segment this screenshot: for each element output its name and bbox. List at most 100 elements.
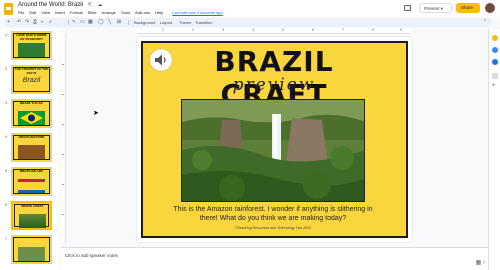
abc-image xyxy=(18,179,45,193)
menu-slide[interactable]: Slide xyxy=(88,10,97,15)
script-word-image: Brazil xyxy=(22,77,41,84)
slides-logo-icon[interactable] xyxy=(4,3,13,15)
toolbar: + ↶ ↷ ⎙ ⌐ ⌕ ↖ ▭ ▦ ◯ ╲ ⊞ Background Layou… xyxy=(4,18,492,27)
image-icon[interactable]: ▦ xyxy=(88,19,93,26)
toolbar-divider xyxy=(128,20,129,25)
filmstrip-slide-5[interactable]: 5 BRAZILIAN ABC xyxy=(0,167,60,199)
audio-button[interactable] xyxy=(150,49,172,71)
toolbar-divider xyxy=(68,20,69,25)
horizontal-ruler[interactable]: 1 2 3 4 5 6 7 8 9 xyxy=(136,28,411,34)
speaker-icon xyxy=(155,54,166,66)
document-title[interactable]: Around the World: Brazil xyxy=(18,2,83,8)
ruler-mark: 9 xyxy=(400,28,402,32)
line-icon[interactable]: ╲ xyxy=(108,19,111,26)
slide-thumbnail[interactable] xyxy=(11,235,52,264)
menu-insert[interactable]: Insert xyxy=(55,10,65,15)
vertical-ruler[interactable] xyxy=(61,34,66,244)
menu-format[interactable]: Format xyxy=(70,10,83,15)
slide-number: 6 xyxy=(5,202,8,207)
textbox-icon[interactable]: ▭ xyxy=(80,19,85,26)
slide-thumbnail[interactable]: BRAZIL CRAFT xyxy=(11,201,52,230)
slide-body-text[interactable]: This is the Amazon rainforest. I wonder … xyxy=(173,205,373,223)
filmstrip-slide-7[interactable]: 7 xyxy=(0,235,60,267)
ruler-mark: 6 xyxy=(312,28,314,32)
star-move-cloud-icons[interactable]: ☆ ⇱ ☁ xyxy=(78,2,104,8)
side-panel: + xyxy=(488,29,500,270)
menu-view[interactable]: View xyxy=(41,10,50,15)
slide-number: 1 xyxy=(5,32,8,37)
menu-file[interactable]: File xyxy=(18,10,24,15)
speaker-notes-panel[interactable]: Click to add speaker notes ▦ ‹ xyxy=(61,247,488,270)
current-slide[interactable]: BRAZIL CRAFT preview This is the Amazon … xyxy=(137,37,412,242)
slide-thumbnail[interactable]: BRAZILIAN ABC xyxy=(11,167,52,196)
share-label: Share xyxy=(461,5,474,10)
ruler-mark: 7 xyxy=(342,28,344,32)
thumbnail-title: BRAZILIAN ABC xyxy=(19,169,44,173)
brazil-flag-image xyxy=(18,111,45,125)
grid-view-icon[interactable]: ▦ ‹ xyxy=(476,259,485,266)
ruler-tick xyxy=(62,154,64,155)
ruler-tick xyxy=(62,214,64,215)
filmstrip-slide-1[interactable]: 1 LOOK WHO'S INSIDE MY PASSPORT! xyxy=(0,31,60,63)
comments-icon[interactable] xyxy=(404,5,411,11)
slide-thumb-image xyxy=(18,247,45,261)
slide-filmstrip[interactable]: 1 LOOK WHO'S INSIDE MY PASSPORT! 2 THE C… xyxy=(0,29,60,270)
contacts-icon[interactable] xyxy=(492,59,498,65)
collapse-toolbar-icon[interactable]: ⌃ xyxy=(483,19,487,26)
select-icon[interactable]: ↖ xyxy=(72,19,76,26)
zoom-icon[interactable]: ⌕ xyxy=(49,19,52,26)
new-slide-icon[interactable]: + xyxy=(7,19,10,26)
slide-number: 4 xyxy=(5,134,8,139)
redo-icon[interactable]: ↷ xyxy=(25,19,29,26)
ruler-mark: 4 xyxy=(252,28,254,32)
slide-thumbnail[interactable]: BRAZIL'S FLAG xyxy=(11,99,52,128)
keep-icon[interactable] xyxy=(492,35,498,41)
paint-format-icon[interactable]: ⌐ xyxy=(41,19,44,26)
slide-thumbnail[interactable]: THE COUNTRY OF THE DAY IS Brazil xyxy=(11,65,52,94)
slide-subtitle[interactable]: preview xyxy=(179,75,369,95)
theme-button[interactable]: Theme xyxy=(179,20,191,25)
avatar[interactable] xyxy=(485,3,495,13)
last-edit-link[interactable]: Last edit was 4 seconds ago xyxy=(172,10,222,15)
filmstrip-slide-4[interactable]: 4 BRAZILIAN FOOD xyxy=(0,133,60,165)
slide-thumbnail[interactable]: BRAZILIAN FOOD xyxy=(11,133,52,162)
rainforest-waterfall-image[interactable] xyxy=(181,99,365,202)
mouse-cursor-icon: ➤ xyxy=(93,110,99,117)
ruler-tick xyxy=(62,184,64,185)
menu-tools[interactable]: Tools xyxy=(121,10,130,15)
transition-button[interactable]: Transition xyxy=(195,20,212,25)
ruler-mark: 5 xyxy=(282,28,284,32)
filmstrip-slide-3[interactable]: 3 BRAZIL'S FLAG xyxy=(0,99,60,131)
share-button[interactable]: Share xyxy=(456,3,480,13)
undo-icon[interactable]: ↶ xyxy=(17,19,21,26)
menu-addons[interactable]: Add-ons xyxy=(135,10,150,15)
print-icon[interactable]: ⎙ xyxy=(33,19,37,26)
menu-bar: File Edit View Insert Format Slide Arran… xyxy=(18,10,223,15)
tasks-icon[interactable] xyxy=(492,47,498,53)
filmstrip-slide-6[interactable]: 6 BRAZIL CRAFT xyxy=(0,201,60,233)
shape-icon[interactable]: ◯ xyxy=(98,19,104,26)
background-button[interactable]: Background xyxy=(134,20,155,25)
present-button[interactable]: Present ▾ xyxy=(419,3,452,13)
passport-image xyxy=(18,43,45,57)
thumbnail-title: BRAZIL'S FLAG xyxy=(20,101,43,105)
ruler-tick xyxy=(62,94,64,95)
speaker-notes-placeholder[interactable]: Click to add speaker notes xyxy=(65,253,118,258)
menu-arrange[interactable]: Arrange xyxy=(102,10,116,15)
thumbnail-title: LOOK WHO'S INSIDE MY PASSPORT! xyxy=(16,33,47,41)
filmstrip-slide-2[interactable]: 2 THE COUNTRY OF THE DAY IS Brazil xyxy=(0,65,60,97)
menu-help[interactable]: Help xyxy=(155,10,163,15)
food-image xyxy=(18,145,45,159)
menu-edit[interactable]: Edit xyxy=(29,10,36,15)
slide-background-frame: BRAZIL CRAFT preview This is the Amazon … xyxy=(141,41,408,238)
slide-number: 2 xyxy=(5,66,8,71)
slide-thumbnail[interactable]: LOOK WHO'S INSIDE MY PASSPORT! xyxy=(11,31,52,60)
rainforest-thumb-image xyxy=(19,214,46,228)
slide-credit-text: ©Teaching Resources and Technology Tips … xyxy=(235,226,311,230)
comment-add-icon[interactable]: ⊞ xyxy=(117,19,121,26)
divider-icon xyxy=(492,73,498,79)
ruler-mark: 2 xyxy=(192,28,194,32)
add-addon-icon[interactable]: + xyxy=(492,83,498,89)
ruler-mark: 1 xyxy=(162,28,164,32)
layout-button[interactable]: Layout xyxy=(160,20,172,25)
